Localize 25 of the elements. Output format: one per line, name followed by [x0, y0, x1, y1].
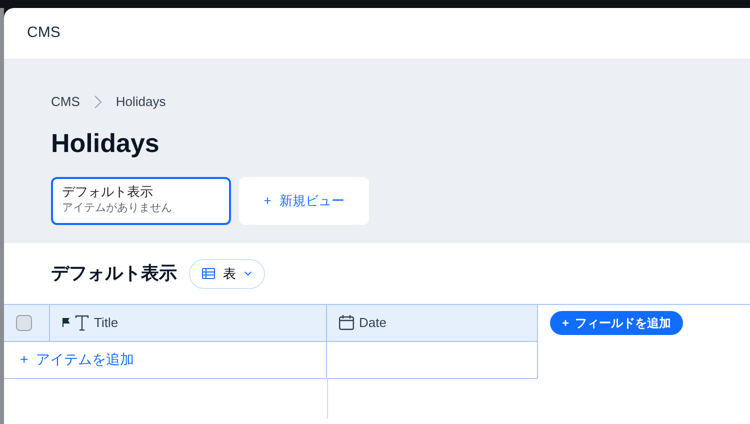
column-title: Date — [359, 314, 386, 332]
chevron-right-icon — [94, 94, 102, 109]
view-card[interactable]: デフォルト表示 アイテムがありません — [51, 176, 231, 224]
panel-title: CMS — [27, 23, 60, 44]
new-view-button[interactable]: + 新規ビュー — [239, 176, 369, 224]
add-item-button[interactable]: + アイテムを追加 — [4, 348, 140, 371]
layout-dropdown[interactable]: 表 — [189, 258, 265, 288]
view-name: デフォルト表示 — [62, 182, 154, 200]
page-title: Holidays — [51, 126, 160, 160]
plus-icon: + — [264, 190, 272, 210]
view-subtitle: アイテムがありません — [62, 200, 173, 216]
column-title: Title — [94, 314, 118, 332]
select-all-checkbox[interactable] — [16, 314, 32, 330]
column-header[interactable]: Title — [50, 304, 327, 342]
plus-icon: + — [20, 349, 28, 370]
view-title: デフォルト表示 — [51, 262, 177, 285]
add-field-button[interactable]: + フィールドを追加 — [550, 310, 684, 334]
breadcrumb-current: Holidays — [116, 93, 166, 111]
plus-icon: + — [562, 314, 570, 332]
table-icon — [202, 268, 215, 279]
calendar-icon — [339, 315, 354, 330]
breadcrumb-link[interactable]: CMS — [51, 92, 80, 112]
text-icon — [75, 314, 89, 330]
column-header[interactable]: Date — [327, 304, 538, 342]
caret-icon — [244, 271, 252, 276]
